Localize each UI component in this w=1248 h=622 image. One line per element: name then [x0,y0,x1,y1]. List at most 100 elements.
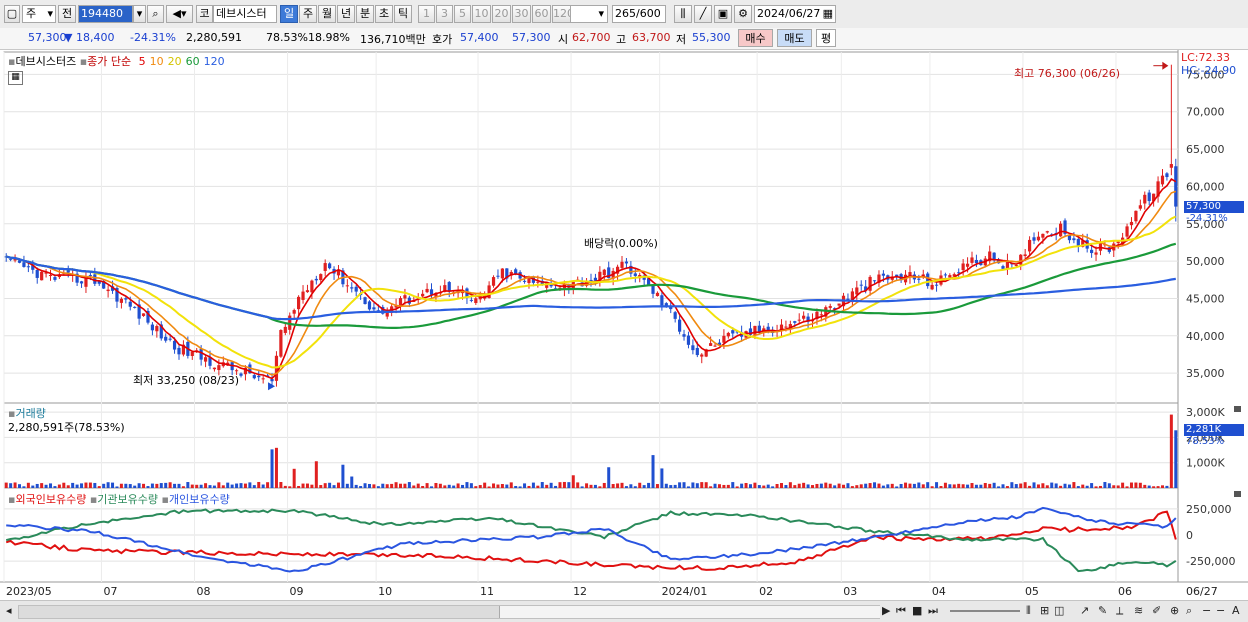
sell-button[interactable]: 매도 [777,29,812,47]
interval-button-20[interactable]: 20 [492,5,511,23]
interval-button-10[interactable]: 10 [472,5,491,23]
interval-button-60[interactable]: 60 [532,5,551,23]
scroll-left-icon[interactable]: ◂ [6,604,12,617]
prev-button[interactable]: 전 [58,5,76,23]
period-button-6[interactable]: 틱 [394,5,412,23]
scroll-thumb[interactable] [499,606,880,618]
candle [367,300,372,311]
trend-icon[interactable]: ↗ [1080,604,1089,617]
code-dropdown-icon[interactable]: ▾ [133,5,146,23]
volume-bar [217,482,221,488]
font-size-icon[interactable]: A [1232,604,1240,617]
draw-icon[interactable]: ✎ [1098,604,1107,617]
minus-icon[interactable]: − [1216,604,1225,617]
save-icon[interactable]: ▣ [714,5,732,23]
period-button-4[interactable]: 분 [356,5,374,23]
stock-name-field[interactable]: 데브시스터 [213,5,277,23]
search-icon[interactable]: ⌕ [1186,604,1192,618]
volume-bar [908,483,912,488]
volume-bar [283,485,287,488]
bar-tool-icon[interactable]: ⦀ [1026,604,1031,618]
volume-bar [779,483,783,488]
chart-area[interactable]: 75,000 70,000 65,000 60,000 55,000 50,000 45,0… [0,50,1248,600]
stock-code-input[interactable]: 194480 [78,5,133,23]
speaker-icon[interactable]: ◀▾ [166,5,193,23]
chart-svg[interactable]: 75,00070,00065,00060,00055,00050,00045,0… [0,50,1248,600]
price-axis-tick: 45,000 [1186,292,1225,305]
period-button-2[interactable]: 월 [318,5,336,23]
stop-icon[interactable]: ■ [912,604,922,617]
fast-forward-icon[interactable]: ⏭ [928,604,938,618]
candle-body [474,298,478,303]
line-tool-icon[interactable]: ╱ [694,5,712,23]
volume-bar [430,486,434,488]
ruler-icon[interactable]: ⟂ [1116,604,1123,618]
market-type-select[interactable]: 주 ▾ [22,5,56,23]
candle-body [633,273,637,276]
ask-price: 57,400 [460,31,499,44]
candle-body [1125,226,1129,237]
volume-bar [948,484,952,488]
grid-tool-icon[interactable]: ⊞ [1040,604,1049,617]
volume-bar [438,483,442,488]
candle-body [203,357,208,362]
text-tool-icon[interactable]: ✐ [1152,604,1161,617]
search-icon[interactable]: ⌕ [147,5,164,23]
buy-button[interactable]: 매수 [738,29,773,47]
candle-body [496,275,500,277]
zoom-out-icon[interactable]: − [1202,604,1211,617]
table-icon[interactable]: ▦ [8,71,23,85]
volume-bar [660,468,664,488]
interval-button-3[interactable]: 3 [436,5,453,23]
volume-bar [252,485,256,488]
candle-body [403,295,407,299]
period-button-3[interactable]: 년 [337,5,355,23]
interval-button-1[interactable]: 1 [418,5,435,23]
horizontal-scrollbar[interactable] [18,605,880,619]
candle-body [797,319,801,321]
candle-body [124,298,128,300]
candle-body [1160,175,1165,185]
candle [363,296,367,305]
fibonacci-icon[interactable]: ≋ [1134,604,1143,617]
period-button-5[interactable]: 초 [375,5,393,23]
volume-bar [974,484,978,488]
volume-bar [766,484,770,488]
volume-bar [682,482,686,488]
volume-bar [523,483,527,488]
interval-button-5[interactable]: 5 [454,5,471,23]
volume-bar [930,486,934,488]
bar-count-field[interactable]: 265/600 [612,5,666,23]
zoom-slider[interactable] [950,610,1020,612]
candle-body [9,258,13,260]
volume-bar [562,481,566,488]
candle-body [177,347,181,355]
volume-bar [137,483,141,488]
average-button[interactable]: 평 [816,29,836,47]
candle-body [212,367,217,370]
volume-bar [1050,482,1054,488]
zoom-icon[interactable]: ⊕ [1170,604,1179,617]
candle-body [26,266,30,268]
period-button-0[interactable]: 일 [280,5,298,23]
date-field[interactable]: 2024/06/27 ▦ [754,5,836,23]
play-icon[interactable]: ▶ [882,604,890,617]
volume-bar [1125,486,1129,488]
interval-button-30[interactable]: 30 [512,5,531,23]
compare-icon[interactable]: ◫ [1054,604,1064,617]
interval-custom-select[interactable]: ▾ [570,5,608,23]
volume-bar [957,483,961,488]
volume-bar [483,482,487,488]
chart-menu-icon[interactable]: ▢ [4,5,20,23]
period-button-1[interactable]: 주 [299,5,317,23]
volume-bar [589,484,593,488]
candle-body [363,297,367,305]
high-annotation: 최고 76,300 (06/26) [1014,67,1121,80]
volume-bar [1112,485,1116,488]
gear-icon[interactable]: ⚙ [734,5,752,23]
code-button[interactable]: 코 [196,5,213,23]
change-percent: -24.31% [130,31,176,44]
volume-bar [1156,486,1160,488]
rewind-icon[interactable]: ⏮ [896,604,906,618]
candle-type-icon[interactable]: ⫼ [674,5,692,23]
